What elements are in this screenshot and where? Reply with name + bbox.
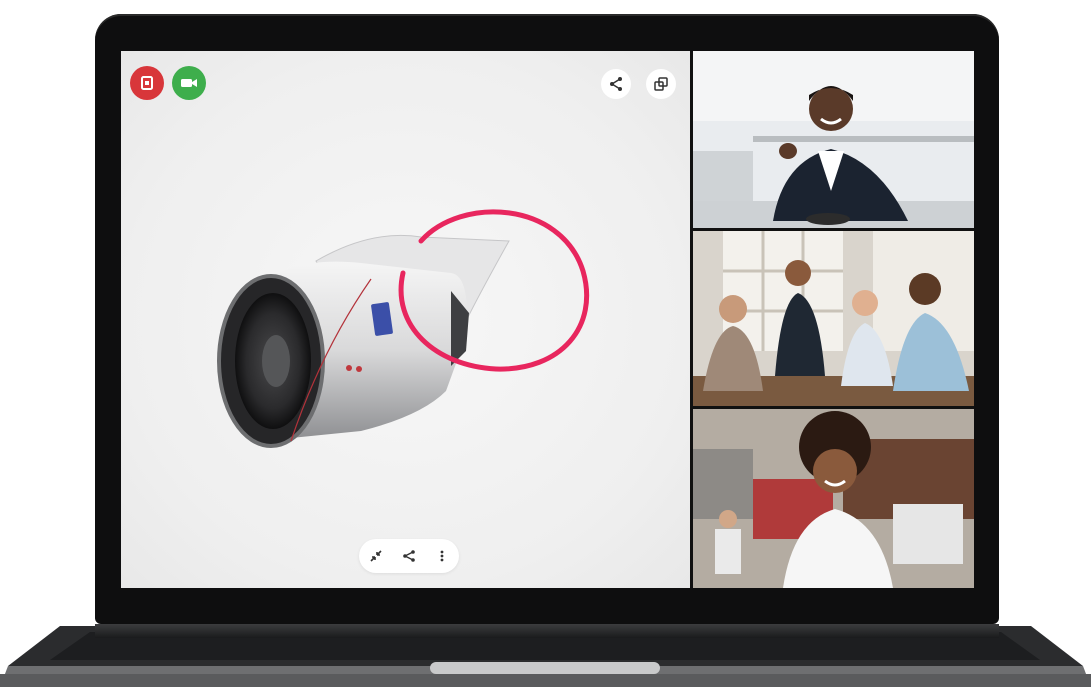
participant-tile[interactable] — [693, 409, 974, 588]
collapse-button[interactable] — [363, 543, 389, 569]
collapse-arrows-icon — [370, 550, 382, 562]
end-call-icon — [141, 76, 153, 90]
video-camera-icon — [181, 79, 197, 87]
more-vertical-icon — [440, 550, 444, 562]
camera-toggle-button[interactable] — [172, 66, 206, 100]
popout-window-icon — [654, 77, 668, 91]
participant-tile[interactable] — [693, 231, 974, 406]
end-call-button[interactable] — [130, 66, 164, 100]
viewer-toolbar — [359, 539, 459, 573]
jet-engine-model[interactable] — [121, 51, 690, 588]
shared-3d-viewer[interactable] — [121, 51, 690, 588]
hinge — [95, 624, 999, 638]
participant-tile[interactable] — [693, 51, 974, 228]
participant-video — [693, 409, 974, 588]
share-button[interactable] — [601, 69, 631, 99]
participant-video — [693, 51, 974, 228]
share-model-button[interactable] — [396, 543, 422, 569]
share-icon — [403, 550, 415, 562]
video-call-screen — [121, 51, 974, 588]
popout-button[interactable] — [646, 69, 676, 99]
participant-video — [693, 231, 974, 406]
more-options-button[interactable] — [429, 543, 455, 569]
share-icon — [610, 77, 622, 91]
laptop-mockup — [0, 0, 1091, 687]
